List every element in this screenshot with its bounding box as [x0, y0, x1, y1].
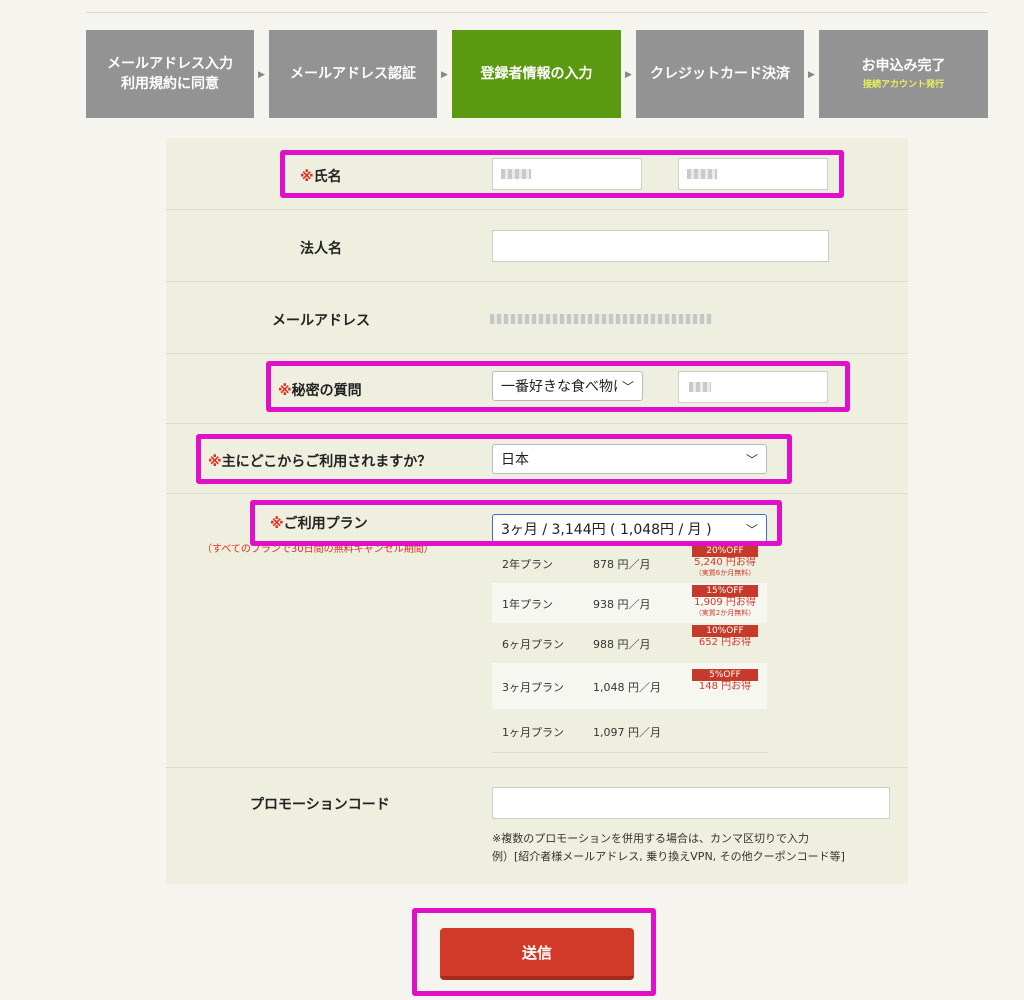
secret-question-label: ※秘密の質問: [278, 380, 362, 400]
secret-question-value: 一番好きな食べ物は: [501, 379, 617, 395]
step-arrow-icon: ▶: [808, 70, 815, 80]
row-country: ※主にどこからご利用されますか？ 日本 ﹀: [166, 424, 908, 494]
plan-row: 2年プラン 878 円／月 20%OFF 5,240 円お得 （実質6か月無料）: [492, 543, 767, 583]
discount-note: （実質6か月無料）: [694, 569, 756, 577]
discount-badge: 5%OFF 148 円お得: [692, 669, 758, 693]
redacted-value: [687, 169, 717, 179]
discount-percent: 5%OFF: [692, 669, 758, 681]
step-label: 登録者情報の入力: [480, 66, 593, 82]
plan-price: 878 円／月: [593, 558, 651, 571]
registration-form: ※氏名 法人名 メールアドレス ※秘密の質問 一番好きな食べ物は ﹀ ※主にどこ…: [166, 138, 908, 884]
country-select[interactable]: 日本 ﹀: [492, 444, 767, 474]
required-mark: ※: [270, 516, 284, 532]
last-name-input[interactable]: [492, 158, 642, 190]
discount-saving: 652 円お得: [698, 637, 752, 648]
required-mark: ※: [208, 454, 222, 470]
plan-row: 6ヶ月プラン 988 円／月 10%OFF 652 円お得: [492, 623, 767, 663]
name-label: ※氏名: [300, 166, 342, 186]
discount-saving: 5,240 円お得: [694, 557, 756, 568]
required-mark: ※: [300, 169, 314, 185]
discount-percent: 15%OFF: [692, 585, 758, 597]
discount-badge: 10%OFF 652 円お得: [692, 625, 758, 649]
discount-badge: 15%OFF 1,909 円お得 （実質2か月無料）: [692, 585, 758, 618]
chevron-down-icon: ﹀: [621, 380, 634, 394]
step-label: お申込み完了: [861, 58, 946, 74]
country-label-text: 主にどこからご利用されますか？: [221, 454, 432, 470]
step-email-verify: メールアドレス認証: [269, 30, 437, 118]
chevron-down-icon: ﹀: [745, 453, 758, 467]
step-arrow-icon: ▶: [441, 70, 448, 80]
step-arrow-icon: ▶: [258, 70, 265, 80]
plan-name: 2年プラン: [502, 558, 553, 571]
step-label: メールアドレス認証: [290, 66, 416, 82]
plan-price: 988 円／月: [593, 638, 651, 651]
promo-note-line1: ※複数のプロモーションを併用する場合は、カンマ区切りで入力: [492, 832, 809, 845]
plan-row: 3ヶ月プラン 1,048 円／月 5%OFF 148 円お得: [492, 663, 767, 709]
step-label-2: 利用規約に同意: [121, 76, 219, 92]
secret-answer-input[interactable]: [678, 371, 828, 403]
discount-badge: 20%OFF 5,240 円お得 （実質6か月無料）: [692, 545, 758, 578]
plan-price: 1,097 円／月: [593, 726, 661, 739]
row-promo: プロモーションコード ※複数のプロモーションを併用する場合は、カンマ区切りで入力…: [166, 768, 908, 884]
step-label: クレジットカード決済: [650, 66, 790, 82]
step-label: メールアドレス入力: [107, 56, 233, 72]
plan-price: 938 円／月: [593, 598, 651, 611]
plan-name: 1年プラン: [502, 598, 553, 611]
name-label-text: 氏名: [313, 169, 342, 185]
row-secret-question: ※秘密の質問 一番好きな食べ物は ﹀: [166, 354, 908, 424]
step-complete: お申込み完了 接続アカウント発行: [819, 30, 988, 118]
row-email: メールアドレス: [166, 282, 908, 354]
plan-price: 1,048 円／月: [593, 681, 661, 694]
promo-label: プロモーションコード: [250, 797, 390, 813]
first-name-input[interactable]: [678, 158, 828, 190]
redacted-value: [689, 382, 711, 392]
plan-label-text: ご利用プラン: [283, 516, 368, 532]
row-name: ※氏名: [166, 138, 908, 210]
plan-select[interactable]: 3ヶ月 / 3,144円 ( 1,048円 / 月 ) ﹀: [492, 514, 767, 544]
plan-name: 1ヶ月プラン: [502, 726, 564, 739]
discount-note: （実質2か月無料）: [694, 609, 756, 617]
step-arrow-icon: ▶: [625, 70, 632, 80]
plan-cancel-note: （すべてのプランで30日間の無料キャンセル期間）: [202, 544, 434, 555]
chevron-down-icon: ﹀: [745, 523, 758, 537]
required-mark: ※: [278, 383, 292, 399]
country-label: ※主にどこからご利用されますか？: [208, 451, 431, 471]
company-label: 法人名: [300, 241, 342, 257]
company-name-input[interactable]: [492, 230, 829, 262]
discount-percent: 20%OFF: [692, 545, 758, 557]
secret-question-select[interactable]: 一番好きな食べ物は ﹀: [492, 371, 643, 401]
plan-price-table: 2年プラン 878 円／月 20%OFF 5,240 円お得 （実質6か月無料）…: [492, 543, 767, 753]
secret-question-label-text: 秘密の質問: [291, 383, 362, 399]
step-sublabel: 接続アカウント発行: [862, 80, 944, 90]
progress-steps: メールアドレス入力 利用規約に同意 ▶ メールアドレス認証 ▶ 登録者情報の入力…: [86, 30, 988, 118]
step-credit-card: クレジットカード決済: [636, 30, 804, 118]
email-label: メールアドレス: [272, 313, 370, 329]
redacted-value: [501, 169, 531, 179]
plan-row: 1ヶ月プラン 1,097 円／月: [492, 709, 767, 753]
plan-label: ※ご利用プラン: [270, 513, 368, 533]
discount-percent: 10%OFF: [692, 625, 758, 637]
step-email-input: メールアドレス入力 利用規約に同意: [86, 30, 254, 118]
plan-row: 1年プラン 938 円／月 15%OFF 1,909 円お得 （実質2か月無料）: [492, 583, 767, 623]
top-divider: [86, 12, 988, 13]
plan-name: 6ヶ月プラン: [502, 638, 564, 651]
promo-note: ※複数のプロモーションを併用する場合は、カンマ区切りで入力 例）[紹介者様メール…: [492, 830, 845, 866]
submit-button[interactable]: 送信: [440, 928, 634, 980]
step-registrant-info: 登録者情報の入力: [452, 30, 621, 118]
discount-saving: 1,909 円お得: [694, 597, 756, 608]
promo-note-line2: 例）[紹介者様メールアドレス, 乗り換えVPN, その他クーポンコード等]: [492, 850, 845, 863]
redacted-email-value: [490, 314, 712, 324]
plan-name: 3ヶ月プラン: [502, 681, 564, 694]
promo-code-input[interactable]: [492, 787, 890, 819]
plan-value: 3ヶ月 / 3,144円 ( 1,048円 / 月 ): [501, 522, 712, 538]
discount-saving: 148 円お得: [698, 681, 752, 692]
row-company: 法人名: [166, 210, 908, 282]
country-value: 日本: [501, 452, 529, 468]
